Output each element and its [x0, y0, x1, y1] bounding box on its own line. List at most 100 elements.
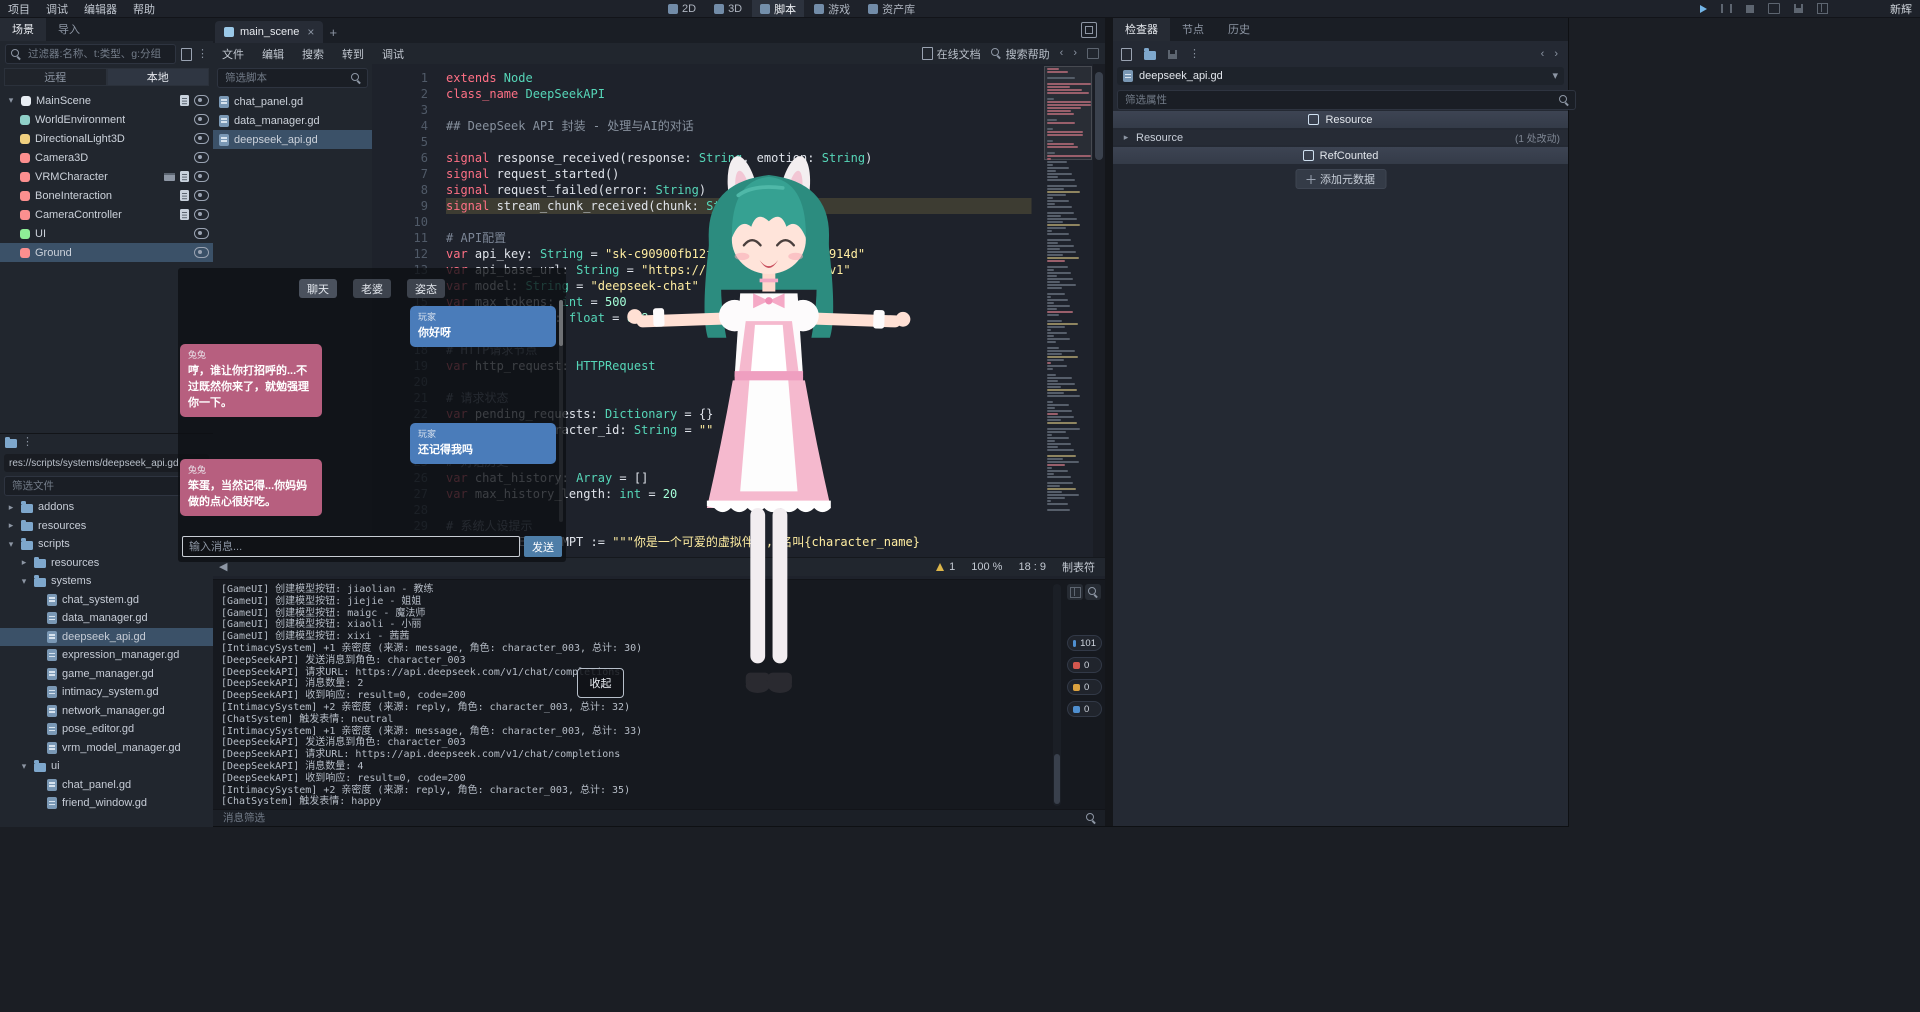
attach-script-icon[interactable] — [181, 48, 192, 61]
scene-node-BoneInteraction[interactable]: BoneInteraction — [0, 186, 213, 205]
workspace-3D[interactable]: 3D — [706, 0, 750, 17]
script-menu-转到[interactable]: 转到 — [333, 46, 373, 62]
save-icon[interactable] — [1794, 4, 1803, 13]
scene-node-UI[interactable]: UI — [0, 224, 213, 243]
fs-item-expression_manager.gd[interactable]: expression_manager.gd — [0, 646, 213, 665]
script-item-data_manager.gd[interactable]: data_manager.gd — [213, 111, 372, 130]
eye-icon[interactable] — [194, 95, 209, 106]
search-help-button[interactable]: 搜索帮助 — [991, 46, 1050, 62]
script-item-deepseek_api.gd[interactable]: deepseek_api.gd — [213, 130, 372, 149]
script-member-item[interactable]: get_character_persona — [213, 538, 372, 555]
view-tab-远程[interactable]: 远程 — [4, 68, 107, 86]
filesystem-filter-input[interactable] — [10, 479, 200, 493]
inspector-tab-历史[interactable]: 历史 — [1216, 17, 1262, 41]
console-filter-input[interactable] — [221, 811, 1080, 825]
badge-info[interactable]: 0 — [1067, 701, 1102, 717]
fs-item-pose_editor.gd[interactable]: pose_editor.gd — [0, 720, 213, 739]
scene-node-Camera3D[interactable]: Camera3D — [0, 148, 213, 167]
workspace-游戏[interactable]: 游戏 — [806, 0, 858, 17]
fs-item-intimacy_system.gd[interactable]: intimacy_system.gd — [0, 683, 213, 702]
scene-node-VRMCharacter[interactable]: VRMCharacter — [0, 167, 213, 186]
expand-viewport-icon[interactable] — [1081, 22, 1097, 38]
badge-warnings[interactable]: 0 — [1067, 679, 1102, 695]
script-icon[interactable] — [180, 190, 189, 201]
history-back-icon[interactable]: ‹ — [1541, 49, 1545, 60]
dock-tab-场景[interactable]: 场景 — [0, 17, 46, 41]
badge-errors[interactable]: 0 — [1067, 657, 1102, 673]
script-menu-编辑[interactable]: 编辑 — [253, 46, 293, 62]
fs-item-game_manager.gd[interactable]: game_manager.gd — [0, 665, 213, 684]
script-menu-文件[interactable]: 文件 — [213, 46, 253, 62]
inspector-tab-检查器[interactable]: 检查器 — [1113, 17, 1170, 41]
eye-icon[interactable] — [194, 133, 209, 144]
workspace-2D[interactable]: 2D — [660, 0, 704, 17]
workspace-脚本[interactable]: 脚本 — [752, 0, 804, 17]
add-metadata-button[interactable]: 添加元数据 — [1295, 169, 1386, 189]
scene-tab-main-scene[interactable]: main_scene × — [215, 21, 323, 43]
online-docs-button[interactable]: 在线文档 — [922, 46, 981, 62]
code-editor[interactable]: 1extends Node2class_name DeepSeekAPI34##… — [372, 64, 1105, 557]
new-resource-icon[interactable] — [1121, 48, 1132, 61]
eye-icon[interactable] — [194, 247, 209, 258]
inspector-filter-input[interactable] — [1123, 93, 1555, 107]
fs-item-resources[interactable]: ▸resources — [0, 554, 213, 573]
eye-icon[interactable] — [194, 209, 209, 220]
eye-icon[interactable] — [194, 152, 209, 163]
fs-item-chat_system.gd[interactable]: chat_system.gd — [0, 591, 213, 610]
history-back-icon[interactable]: ‹ — [1060, 48, 1064, 59]
console-scrollbar[interactable] — [1053, 584, 1061, 806]
new-tab-button[interactable]: + — [323, 21, 343, 43]
fs-item-deepseek_api.gd[interactable]: deepseek_api.gd — [0, 628, 213, 647]
dock-tab-导入[interactable]: 导入 — [46, 17, 92, 41]
fs-item-friend_window.gd[interactable]: friend_window.gd — [0, 794, 213, 813]
eye-icon[interactable] — [194, 114, 209, 125]
scene-node-WorldEnvironment[interactable]: WorldEnvironment — [0, 110, 213, 129]
pause-icon[interactable] — [1721, 4, 1732, 13]
load-resource-icon[interactable] — [1144, 51, 1156, 60]
script-icon[interactable] — [180, 95, 189, 106]
scene-filter[interactable] — [5, 44, 176, 64]
grid-icon[interactable] — [1817, 3, 1828, 14]
scene-filter-input[interactable] — [26, 47, 170, 61]
play-icon[interactable] — [1700, 5, 1707, 13]
more-options-icon[interactable]: ⋮ — [197, 49, 208, 60]
dock-splitter[interactable] — [1105, 17, 1113, 826]
minimap[interactable] — [1047, 68, 1091, 512]
eye-icon[interactable] — [194, 171, 209, 182]
expander-icon[interactable]: ▸ — [1121, 132, 1131, 143]
history-forward-icon[interactable]: › — [1554, 49, 1558, 60]
fs-item-network_manager.gd[interactable]: network_manager.gd — [0, 702, 213, 721]
film-icon[interactable] — [164, 173, 175, 181]
menu-编辑器[interactable]: 编辑器 — [76, 1, 125, 17]
scripts-filter[interactable] — [217, 68, 368, 88]
badge-messages[interactable]: 101 — [1067, 635, 1102, 651]
inspector-tab-节点[interactable]: 节点 — [1170, 17, 1216, 41]
console-layers-button[interactable] — [1067, 584, 1083, 600]
inspector-filter[interactable] — [1117, 90, 1576, 110]
output-console[interactable]: [GameUI] 创建模型按钮: jiaolian - 教练[GameUI] 创… — [213, 579, 1105, 810]
save-resource-icon[interactable] — [1168, 50, 1177, 59]
float-panel-icon[interactable] — [1087, 48, 1099, 59]
fs-item-data_manager.gd[interactable]: data_manager.gd — [0, 609, 213, 628]
indent-mode[interactable]: 制表符 — [1062, 559, 1095, 575]
eye-icon[interactable] — [194, 190, 209, 201]
menu-项目[interactable]: 项目 — [0, 1, 38, 17]
filesystem-menu-icon[interactable]: ⋮ — [22, 437, 33, 448]
history-forward-icon[interactable]: › — [1073, 48, 1077, 59]
frame-icon[interactable] — [1768, 3, 1780, 14]
scene-node-MainScene[interactable]: ▾MainScene — [0, 91, 213, 110]
scripts-filter-input[interactable] — [223, 71, 347, 85]
code-scrollbar[interactable] — [1093, 64, 1105, 557]
script-menu-调试[interactable]: 调试 — [373, 46, 413, 62]
zoom-level[interactable]: 100 % — [971, 561, 1002, 573]
collapse-panel-icon[interactable]: ◀ — [213, 562, 233, 573]
fs-item-addons[interactable]: ▸addons — [0, 498, 213, 517]
fs-item-ui[interactable]: ▾ui — [0, 757, 213, 776]
warning-count[interactable]: 1 — [935, 561, 955, 573]
scene-node-DirectionalLight3D[interactable]: DirectionalLight3D — [0, 129, 213, 148]
view-tab-本地[interactable]: 本地 — [107, 68, 210, 86]
section-resource[interactable]: ▸ Resource (1 处改动) — [1113, 130, 1568, 145]
fs-item-vrm_model_manager.gd[interactable]: vrm_model_manager.gd — [0, 739, 213, 758]
fs-item-chat_panel.gd[interactable]: chat_panel.gd — [0, 776, 213, 795]
filesystem-filter[interactable] — [4, 476, 221, 496]
